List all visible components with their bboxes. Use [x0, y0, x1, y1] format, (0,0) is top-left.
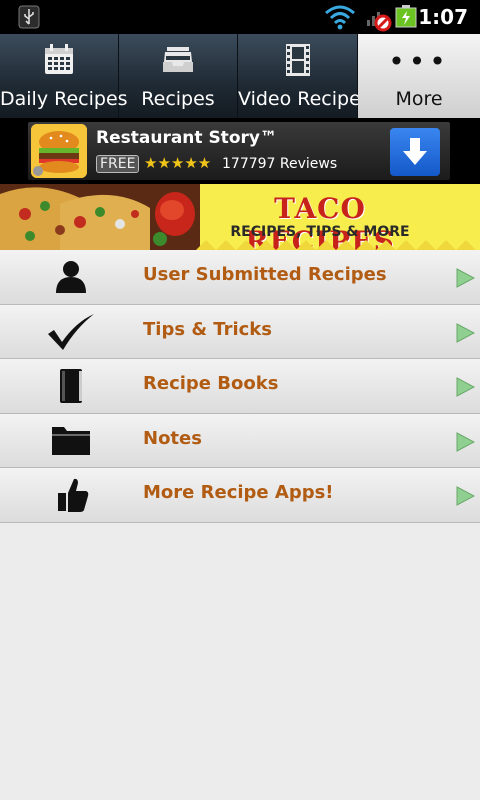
inbox-tray-icon	[163, 47, 193, 72]
chevron-right-icon	[456, 431, 475, 452]
ad-download-button[interactable]	[390, 128, 440, 176]
ad-title: Restaurant Story™	[96, 128, 277, 148]
ad-card[interactable]: Restaurant Story™ FREE ★★★★★ 177797 Revi…	[28, 122, 450, 180]
tab-video-recipes-label: Video Recipes	[238, 88, 371, 110]
tab-daily-recipes-label: Daily Recipes	[0, 88, 128, 110]
chevron-right-icon	[456, 377, 475, 397]
menu-item-label: More Recipe Apps!	[143, 482, 334, 503]
menu-item-label: User Submitted Recipes	[143, 264, 387, 285]
tab-video-recipes[interactable]: Video Recipes	[238, 34, 371, 118]
wifi-icon	[325, 5, 355, 30]
calendar-icon	[45, 44, 73, 74]
download-arrow-icon	[403, 138, 427, 165]
taco-recipes-banner: TACO RECIPES RECIPES, TIPS & MORE	[0, 184, 480, 250]
folder-icon	[52, 426, 90, 455]
burger-app-icon	[31, 124, 87, 178]
ad-rating-stars: ★★★★★	[144, 154, 212, 172]
tab-recipes-label: Recipes	[141, 88, 215, 110]
tab-daily-recipes[interactable]: Daily Recipes	[0, 34, 128, 118]
film-icon	[285, 44, 310, 76]
more-menu-list: User Submitted Recipes Tips & Tricks Rec…	[0, 250, 480, 523]
chevron-right-icon	[456, 322, 475, 343]
tab-more-label: More	[395, 88, 443, 110]
menu-item-label: Recipe Books	[143, 373, 279, 394]
ad-banner[interactable]: Restaurant Story™ FREE ★★★★★ 177797 Revi…	[0, 118, 480, 184]
chevron-right-icon	[456, 268, 475, 288]
user-icon	[56, 261, 86, 293]
menu-item-notes[interactable]: Notes	[0, 413, 480, 468]
more-dots-icon: •••	[388, 45, 450, 78]
status-bar: 1:07	[0, 0, 480, 34]
signal-blocked-icon	[367, 12, 392, 32]
ad-free-badge: FREE	[96, 155, 140, 173]
usb-icon	[18, 5, 40, 29]
battery-charging-icon	[395, 5, 417, 28]
chevron-right-icon	[456, 486, 475, 506]
menu-item-tips-tricks[interactable]: Tips & Tricks	[0, 304, 480, 359]
thumbs-up-icon	[58, 478, 89, 512]
menu-item-label: Notes	[143, 427, 202, 449]
menu-item-user-submitted-recipes[interactable]: User Submitted Recipes	[0, 250, 480, 305]
checkmark-icon	[48, 313, 94, 350]
menu-item-label: Tips & Tricks	[143, 318, 272, 340]
tab-more[interactable]: ••• More	[358, 34, 480, 118]
clock-time: 1:07	[418, 5, 468, 29]
tab-recipes[interactable]: Recipes	[119, 34, 238, 118]
menu-item-recipe-books[interactable]: Recipe Books	[0, 359, 480, 414]
menu-item-more-recipe-apps[interactable]: More Recipe Apps!	[0, 468, 480, 523]
book-icon	[60, 369, 82, 403]
tab-bar: Daily Recipes Recipes Video Recipes ••• …	[0, 34, 480, 118]
banner-zigzag-decoration	[196, 240, 476, 250]
taco-photo	[0, 184, 200, 250]
ad-reviews-count: 177797 Reviews	[222, 156, 338, 172]
